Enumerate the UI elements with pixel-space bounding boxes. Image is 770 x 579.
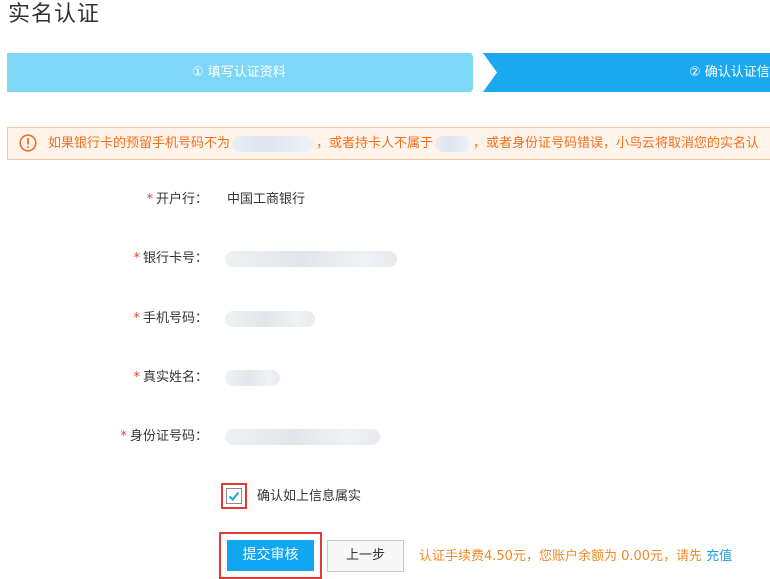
fee-notice: 认证手续费4.50元，您账户余额为 0.00元，请先 充值	[419, 545, 732, 569]
required-mark: *	[120, 429, 127, 444]
card-number-value	[225, 251, 397, 267]
phone-value	[225, 311, 315, 327]
warning-text-part: ，或者持卡人不属于	[316, 136, 434, 151]
warning-banner: 如果银行卡的预留手机号码不为 ，或者持卡人不属于 ，或者身份证号码错误，小鸟云将取消…	[7, 127, 770, 160]
required-mark: *	[133, 370, 140, 385]
step-arrow-icon	[471, 53, 501, 92]
required-mark: *	[146, 192, 153, 207]
bank-label: * 开户行：	[146, 188, 208, 212]
fee-text: 认证手续费4.50元，您账户余额为 0.00元，请先	[419, 549, 703, 564]
required-mark: *	[133, 311, 140, 326]
recharge-link[interactable]: 充值	[706, 549, 732, 564]
card-label: * 银行卡号：	[133, 247, 208, 271]
idcard-value	[225, 429, 380, 445]
name-label: * 真实姓名：	[133, 366, 208, 390]
confirm-checkbox[interactable]	[226, 488, 242, 504]
submit-button[interactable]: 提交审核	[227, 540, 314, 571]
form-row-card: * 银行卡号：	[0, 247, 770, 271]
confirm-label[interactable]: 确认如上信息属实	[257, 485, 361, 509]
name-value	[225, 370, 280, 386]
name-label-text: 真实姓名：	[142, 370, 208, 385]
warning-text-part: 如果银行卡的预留手机号码不为	[48, 136, 231, 151]
form-row-name: * 真实姓名：	[0, 366, 770, 390]
exclamation-circle-icon	[19, 134, 37, 152]
page-title: 实名认证	[8, 2, 101, 27]
checkmark-icon	[228, 491, 240, 501]
progress-steps: ① 填写认证资料 ② 确认认证信	[7, 53, 770, 92]
step-label: ② 确认认证信	[689, 65, 770, 80]
warning-text: 如果银行卡的预留手机号码不为 ，或者持卡人不属于 ，或者身份证号码错误，小鸟云将取消…	[48, 128, 759, 159]
phone-label-text: 手机号码：	[142, 311, 208, 326]
form-row-bank: * 开户行： 中国工商银行	[0, 188, 770, 212]
warning-text-part: ，或者身份证号码错误，小鸟云将取消您的实名认	[473, 136, 760, 151]
form-row-idcard: * 身份证号码：	[0, 425, 770, 449]
step-label: ① 填写认证资料	[192, 65, 286, 80]
bank-label-text: 开户行：	[155, 192, 208, 207]
bank-value: 中国工商银行	[227, 192, 306, 207]
submit-button-highlight: 提交审核	[219, 532, 322, 579]
redacted-name	[435, 135, 472, 152]
redacted-phone	[232, 135, 315, 152]
card-label-text: 银行卡号：	[142, 251, 208, 266]
idcard-label: * 身份证号码：	[120, 425, 208, 449]
idcard-label-text: 身份证号码：	[129, 429, 208, 444]
confirm-checkbox-highlight	[221, 483, 247, 509]
step-fill-info: ① 填写认证资料	[7, 53, 473, 92]
phone-label: * 手机号码：	[133, 307, 208, 331]
step-confirm-info: ② 确认认证信	[491, 53, 770, 92]
form-row-phone: * 手机号码：	[0, 307, 770, 331]
back-button[interactable]: 上一步	[327, 540, 404, 572]
required-mark: *	[133, 251, 140, 266]
